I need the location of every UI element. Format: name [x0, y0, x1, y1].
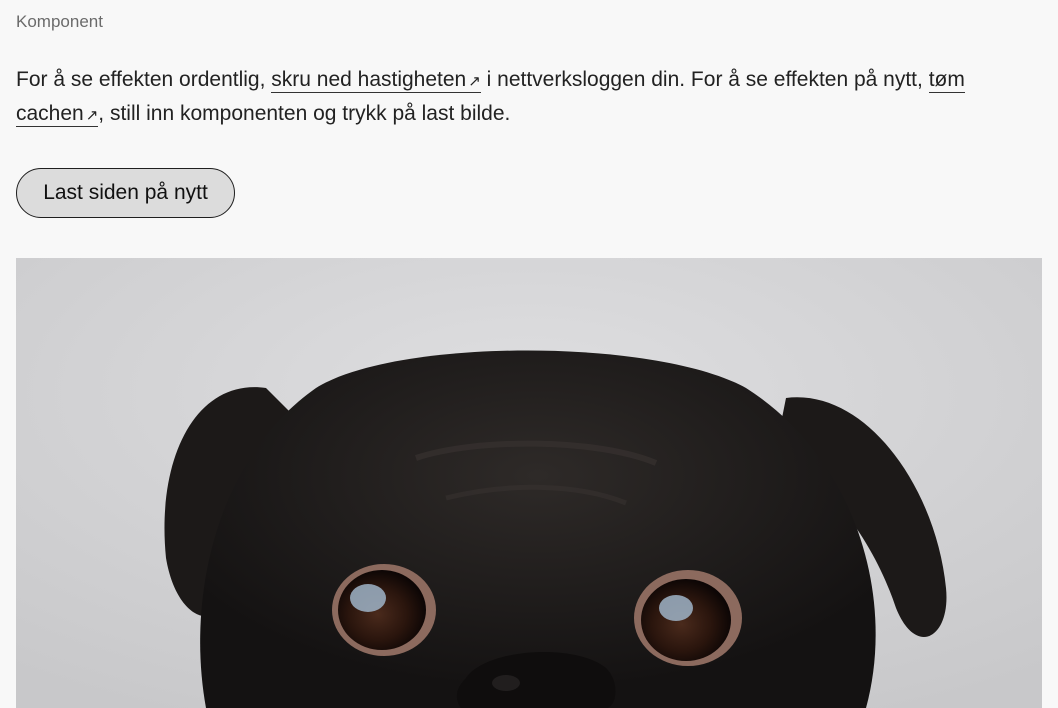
pug-image	[16, 258, 1042, 708]
intro-paragraph: For å se effekten ordentlig, skru ned ha…	[16, 64, 1026, 132]
intro-text-2: i nettverksloggen din. For å se effekten…	[480, 68, 929, 91]
component-label: Komponent	[16, 12, 103, 31]
intro-text-3: , still inn komponenten og trykk på last…	[98, 102, 511, 125]
throttle-network-link-label: skru ned hastigheten	[271, 68, 467, 91]
throttle-network-link[interactable]: skru ned hastigheten ↗	[271, 68, 481, 93]
external-link-icon: ↗	[468, 73, 481, 90]
external-link-icon: ↗	[85, 107, 99, 124]
intro-text-1: For å se effekten ordentlig,	[16, 68, 272, 91]
reload-page-button[interactable]: Last siden på nytt	[16, 168, 235, 218]
pug-illustration	[16, 258, 1042, 708]
